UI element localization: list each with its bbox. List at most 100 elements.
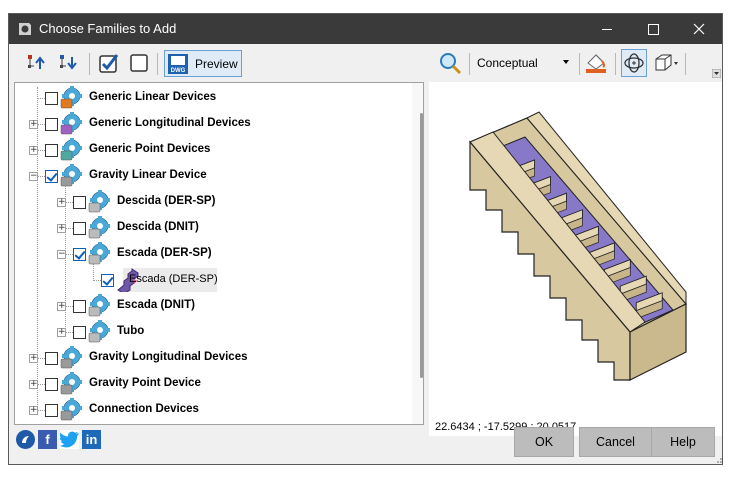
gear-icon bbox=[88, 242, 110, 265]
tree-item-label: Connection Devices bbox=[89, 403, 199, 415]
tree-item[interactable]: Generic Linear Devices bbox=[15, 85, 411, 111]
close-icon bbox=[693, 23, 705, 35]
expand-icon[interactable]: + bbox=[57, 198, 66, 207]
tree-item-checkbox[interactable] bbox=[73, 300, 86, 313]
move-down-icon bbox=[60, 55, 77, 70]
gear-icon bbox=[88, 190, 110, 213]
tree-item[interactable]: + Gravity Point Device bbox=[15, 371, 411, 397]
tree-item-checkbox[interactable] bbox=[45, 118, 58, 131]
toolbar-separator bbox=[685, 53, 686, 75]
tree-item-checkbox[interactable] bbox=[45, 352, 58, 365]
collapse-icon[interactable]: − bbox=[57, 250, 66, 259]
tree-item[interactable]: + Descida (DNIT) bbox=[15, 215, 411, 241]
chevron-down-icon bbox=[563, 60, 569, 64]
toolbar-separator bbox=[579, 53, 580, 75]
expand-icon[interactable]: + bbox=[29, 146, 38, 155]
brand-logo-icon[interactable] bbox=[16, 430, 35, 449]
maximize-button[interactable] bbox=[630, 14, 676, 44]
dwg-icon: DWG bbox=[168, 53, 188, 74]
expand-icon[interactable]: + bbox=[29, 354, 38, 363]
tree-item-checkbox[interactable] bbox=[45, 378, 58, 391]
move-up-button[interactable] bbox=[23, 49, 49, 77]
expand-icon[interactable]: + bbox=[57, 224, 66, 233]
svg-text:DWG: DWG bbox=[171, 68, 186, 74]
gear-icon bbox=[88, 320, 110, 343]
tree-item[interactable]: + Escada (DNIT) bbox=[15, 293, 411, 319]
tree-item-label: Descida (DNIT) bbox=[117, 221, 199, 233]
toolbar-separator bbox=[615, 53, 616, 75]
tree-item-checkbox[interactable] bbox=[101, 274, 114, 287]
tree-item[interactable]: − Escada (DER-SP) bbox=[15, 241, 411, 267]
orbit-button[interactable] bbox=[621, 49, 647, 77]
app-icon bbox=[19, 23, 31, 35]
view-cube-button[interactable] bbox=[651, 49, 681, 77]
window-title: Choose Families to Add bbox=[39, 21, 177, 36]
cancel-button[interactable]: Cancel bbox=[579, 427, 652, 457]
model-preview[interactable]: 22.6434 ; -17.5299 ; 20.0517 bbox=[429, 82, 722, 436]
minimize-button[interactable] bbox=[584, 14, 630, 44]
close-button[interactable] bbox=[676, 14, 722, 44]
tree-item-checkbox[interactable] bbox=[45, 404, 58, 417]
expand-icon[interactable]: + bbox=[57, 328, 66, 337]
uncheck-all-button[interactable] bbox=[126, 49, 152, 77]
families-tree[interactable]: Generic Linear Devices + Generic Longitudi… bbox=[14, 82, 424, 425]
zoom-button[interactable] bbox=[437, 49, 463, 77]
tree-item-label: Generic Linear Devices bbox=[89, 91, 217, 103]
expand-icon[interactable]: + bbox=[29, 406, 38, 415]
tree-item[interactable]: + Gravity Longitudinal Devices bbox=[15, 345, 411, 371]
twitter-icon[interactable] bbox=[60, 430, 79, 449]
tree-item-checkbox[interactable] bbox=[73, 326, 86, 339]
tree-item[interactable]: + Generic Longitudinal Devices bbox=[15, 111, 411, 137]
expand-icon[interactable]: + bbox=[29, 120, 38, 129]
tree-item-checkbox[interactable] bbox=[73, 248, 86, 261]
gear-icon bbox=[60, 398, 82, 421]
paint-bucket-icon bbox=[586, 54, 606, 73]
tree-item-checkbox[interactable] bbox=[45, 144, 58, 157]
tree-item-label: Descida (DER-SP) bbox=[117, 195, 216, 207]
linkedin-icon[interactable]: in bbox=[82, 430, 101, 449]
dialog-window: Choose Families to Add DWG Preview Gener… bbox=[8, 13, 723, 465]
toolbar-overflow-icon[interactable] bbox=[712, 69, 721, 78]
help-button[interactable]: Help bbox=[651, 427, 715, 457]
toolbar-separator bbox=[157, 53, 158, 75]
preview-label: Preview bbox=[195, 56, 238, 71]
tree-item-label: Gravity Linear Device bbox=[89, 169, 207, 181]
tree-item[interactable]: + Tubo bbox=[15, 319, 411, 345]
expand-icon[interactable]: + bbox=[57, 302, 66, 311]
check-all-button[interactable] bbox=[96, 49, 122, 77]
tree-item-label: Generic Point Devices bbox=[89, 143, 211, 155]
collapse-icon[interactable]: − bbox=[29, 172, 38, 181]
facebook-icon[interactable]: f bbox=[38, 430, 57, 449]
move-down-button[interactable] bbox=[55, 49, 81, 77]
tree-item-checkbox[interactable] bbox=[73, 222, 86, 235]
tree-item-label: Tubo bbox=[117, 325, 145, 337]
tree-item-checkbox[interactable] bbox=[45, 92, 58, 105]
uncheck-all-icon bbox=[130, 54, 148, 72]
tree-item-label: Escada (DNIT) bbox=[117, 299, 195, 311]
stair-model-preview bbox=[469, 111, 687, 381]
visual-style-select[interactable]: Conceptual bbox=[477, 52, 577, 74]
tree-item[interactable]: + Descida (DER-SP) bbox=[15, 189, 411, 215]
tree-scrollbar-thumb[interactable] bbox=[420, 113, 423, 378]
preview-button[interactable]: DWG Preview bbox=[164, 50, 242, 77]
title-bar[interactable]: Choose Families to Add bbox=[9, 14, 722, 44]
ok-button[interactable]: OK bbox=[514, 427, 574, 457]
tree-item-label: Gravity Longitudinal Devices bbox=[89, 351, 248, 363]
expand-icon[interactable]: + bbox=[29, 380, 38, 389]
gear-icon bbox=[60, 164, 82, 187]
render-style-button[interactable] bbox=[583, 49, 609, 77]
gear-icon bbox=[88, 216, 110, 239]
tree-item[interactable]: + Generic Point Devices bbox=[15, 137, 411, 163]
social-links: f in bbox=[16, 430, 101, 454]
tree-item-label: Escada (DER-SP) bbox=[129, 273, 218, 285]
tree-item[interactable]: + Connection Devices bbox=[15, 397, 411, 423]
move-up-icon bbox=[28, 55, 45, 69]
families-toolbar: DWG Preview bbox=[11, 47, 423, 81]
resize-grip-icon[interactable] bbox=[713, 454, 723, 464]
preview-toolbar: Conceptual bbox=[431, 47, 721, 81]
tree-item-checkbox[interactable] bbox=[45, 170, 58, 183]
tree-item[interactable]: − Gravity Linear Device bbox=[15, 163, 411, 189]
tree-item[interactable]: Escada (DER-SP) bbox=[15, 267, 411, 293]
tree-item-checkbox[interactable] bbox=[73, 196, 86, 209]
tree-item-label: Escada (DER-SP) bbox=[117, 247, 212, 259]
